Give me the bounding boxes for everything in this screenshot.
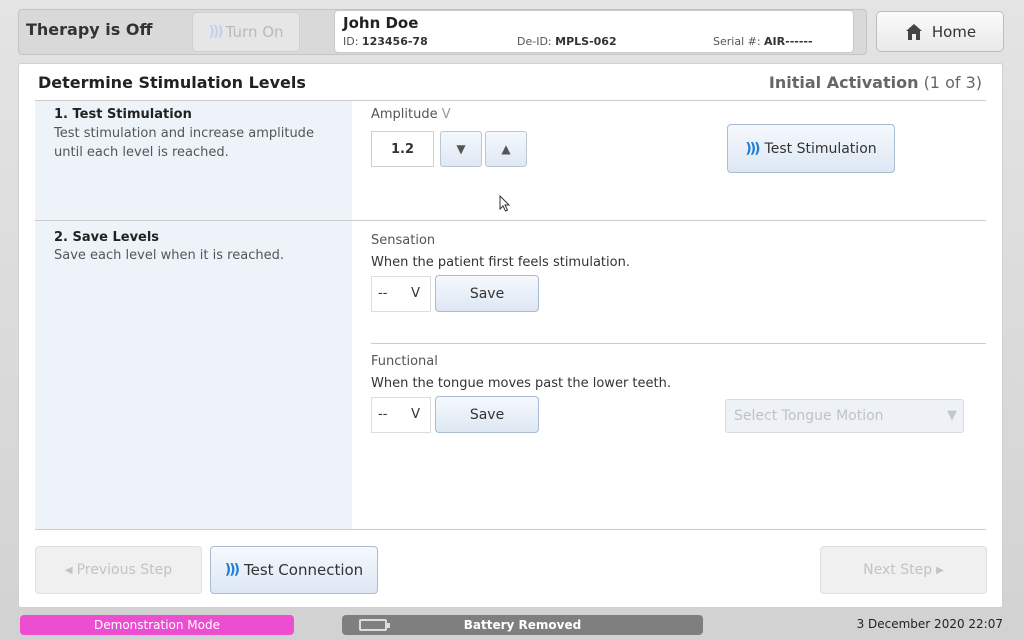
step-counter: (1 of 3) <box>923 73 982 92</box>
chevron-down-icon: ▼ <box>947 408 957 423</box>
test-connection-label: Test Connection <box>244 561 364 579</box>
amplitude-label-text: Amplitude <box>371 107 438 122</box>
triangle-left-icon: ◀ <box>64 564 73 576</box>
sensation-value: -- <box>378 286 388 301</box>
triangle-right-icon: ▶ <box>936 564 944 576</box>
triangle-down-icon: ▼ <box>456 142 466 156</box>
signal-icon: ))) <box>208 24 223 40</box>
patient-id: ID: 123456-78 <box>343 35 428 48</box>
previous-step-label: Previous Step <box>76 562 173 578</box>
divider <box>35 529 986 530</box>
patient-serial-value: AIR------ <box>764 35 813 48</box>
test-connection-button[interactable]: ))) Test Connection <box>210 546 378 594</box>
home-label: Home <box>931 22 977 41</box>
save-sensation-button[interactable]: Save <box>435 275 539 312</box>
amplitude-label: Amplitude V <box>371 107 451 122</box>
patient-id-label: ID: <box>343 35 359 48</box>
patient-deid-label: De-ID: <box>517 35 552 48</box>
page-title: Determine Stimulation Levels <box>38 73 306 92</box>
main-panel: Determine Stimulation Levels Initial Act… <box>18 63 1003 608</box>
save-levels-heading: 2. Save Levels <box>54 230 160 245</box>
test-stimulation-heading: 1. Test Stimulation <box>54 107 192 122</box>
sensation-unit: V <box>411 286 420 301</box>
save-levels-description: Save each level when it is reached. <box>54 248 284 263</box>
home-icon <box>905 23 922 40</box>
amplitude-unit: V <box>441 107 451 122</box>
test-stimulation-label: Test Stimulation <box>764 140 877 157</box>
signal-icon: ))) <box>224 562 240 578</box>
sensation-value-box: -- V <box>371 276 431 312</box>
triangle-up-icon: ▲ <box>501 142 511 156</box>
patient-name: John Doe <box>343 14 419 32</box>
functional-value-box: -- V <box>371 397 431 433</box>
therapy-status: Therapy is Off <box>26 20 153 39</box>
next-step-label: Next Step <box>863 562 933 578</box>
patient-card: John Doe ID: 123456-78 De-ID: MPLS-062 S… <box>334 10 854 53</box>
step-indicator: Initial Activation (1 of 3) <box>769 73 982 92</box>
functional-unit: V <box>411 407 420 422</box>
previous-step-button[interactable]: ◀ Previous Step <box>35 546 202 594</box>
home-button[interactable]: Home <box>876 11 1004 52</box>
next-step-button[interactable]: Next Step ▶ <box>820 546 987 594</box>
signal-icon: ))) <box>745 140 760 157</box>
divider <box>35 220 986 221</box>
datetime: 3 December 2020 22:07 <box>856 617 1003 631</box>
sensation-label: Sensation <box>371 233 436 248</box>
test-stimulation-description: Test stimulation and increase amplitude … <box>54 126 314 160</box>
functional-value: -- <box>378 407 388 422</box>
left-column <box>35 101 352 529</box>
patient-serial-label: Serial #: <box>713 35 761 48</box>
patient-id-value: 123456-78 <box>361 35 428 48</box>
save-functional-button[interactable]: Save <box>435 396 539 433</box>
demo-mode-badge: Demonstration Mode <box>20 615 294 635</box>
functional-label: Functional <box>371 354 438 369</box>
sensation-description: When the patient first feels stimulation… <box>371 255 630 270</box>
patient-serial: Serial #: AIR------ <box>713 35 813 48</box>
battery-status: Battery Removed <box>342 615 703 635</box>
test-stimulation-button[interactable]: ))) Test Stimulation <box>727 124 895 173</box>
tongue-motion-placeholder: Select Tongue Motion <box>734 408 884 424</box>
step-title: Initial Activation <box>768 73 919 92</box>
tongue-motion-select[interactable]: Select Tongue Motion ▼ <box>725 399 964 433</box>
functional-description: When the tongue moves past the lower tee… <box>371 376 671 391</box>
turn-on-label: Turn On <box>225 23 284 41</box>
battery-icon <box>359 619 390 631</box>
turn-on-button[interactable]: ))) Turn On <box>192 12 300 52</box>
amplitude-value: 1.2 <box>371 131 434 167</box>
divider <box>371 343 986 344</box>
battery-status-label: Battery Removed <box>463 618 582 632</box>
amplitude-increase-button[interactable]: ▲ <box>485 131 527 167</box>
amplitude-decrease-button[interactable]: ▼ <box>440 131 482 167</box>
patient-deid-value: MPLS-062 <box>555 35 617 48</box>
mouse-cursor-icon <box>499 195 511 212</box>
patient-deid: De-ID: MPLS-062 <box>517 35 617 48</box>
